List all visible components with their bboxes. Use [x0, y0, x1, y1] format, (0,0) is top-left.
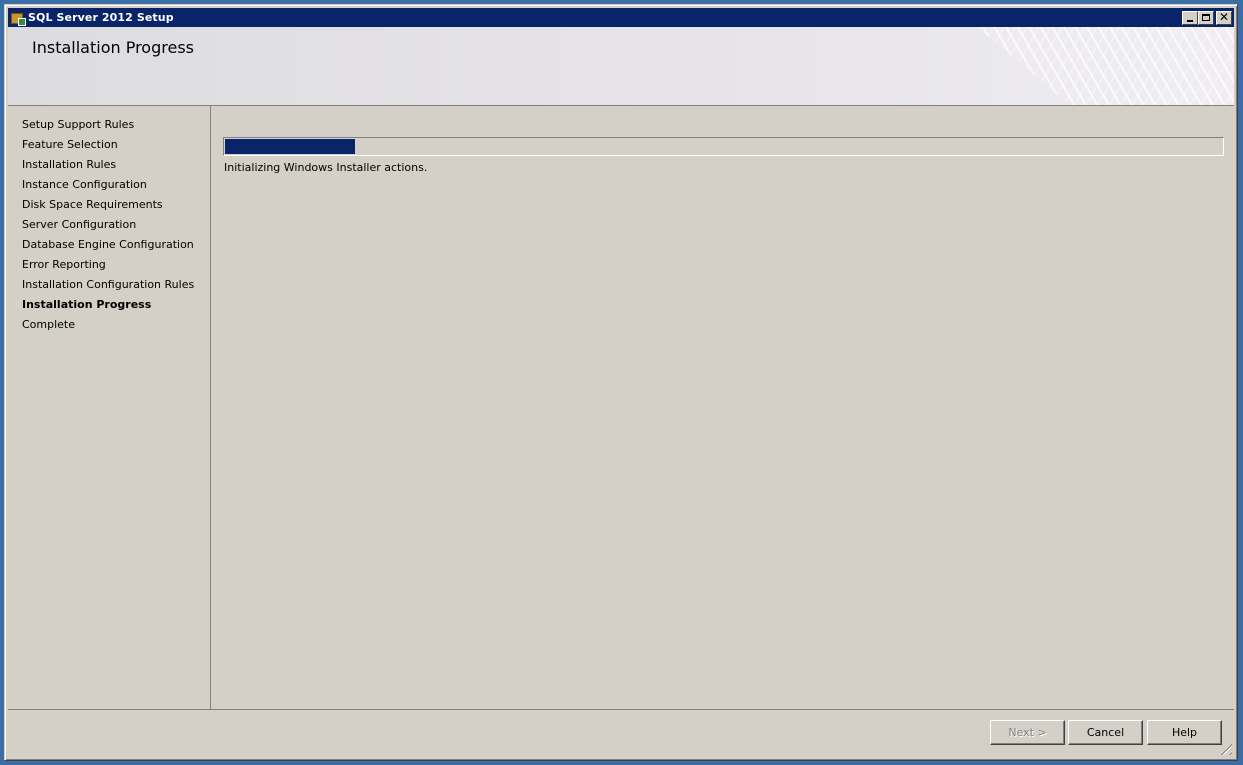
sidebar-item: Server Configuration [22, 218, 137, 231]
close-icon: ✕ [1218, 9, 1230, 24]
window-controls: ✕ [1182, 9, 1232, 25]
minimize-icon [1187, 19, 1193, 22]
help-button[interactable]: Help [1147, 720, 1222, 745]
progress-bar [223, 137, 1224, 156]
sidebar-item: Error Reporting [22, 258, 106, 271]
sidebar-item: Instance Configuration [22, 178, 147, 191]
page-title: Installation Progress [32, 38, 194, 57]
cancel-button[interactable]: Cancel [1068, 720, 1143, 745]
sidebar-item: Database Engine Configuration [22, 238, 194, 251]
banner-graphic [930, 27, 1234, 105]
minimize-button[interactable] [1182, 10, 1198, 25]
steps-list: Setup Support Rules Feature Selection Inst… [22, 118, 194, 338]
header-banner: Installation Progress [8, 27, 1234, 106]
setup-window: SQL Server 2012 Setup ✕ Installation Pro… [4, 4, 1237, 760]
main-content: Initializing Windows Installer actions. [211, 106, 1234, 709]
maximize-icon [1202, 13, 1210, 21]
sidebar-item: Installation Configuration Rules [22, 278, 195, 291]
sidebar-item: Disk Space Requirements [22, 198, 163, 211]
sidebar-item: Installation Rules [22, 158, 117, 171]
status-text: Initializing Windows Installer actions. [224, 161, 428, 174]
next-button[interactable]: Next > [990, 720, 1065, 745]
footer-divider [8, 709, 1234, 710]
sidebar-item: Complete [22, 318, 76, 331]
steps-sidebar: Setup Support Rules Feature Selection Inst… [8, 106, 211, 709]
title-bar[interactable]: SQL Server 2012 Setup ✕ [8, 8, 1234, 27]
close-button[interactable]: ✕ [1216, 9, 1232, 25]
progress-bar-fill [225, 139, 355, 154]
sidebar-item: Installation Progress [22, 298, 152, 311]
window-title: SQL Server 2012 Setup [28, 11, 174, 24]
maximize-button[interactable] [1198, 10, 1214, 25]
setup-package-icon [10, 10, 26, 26]
sidebar-item: Feature Selection [22, 138, 118, 151]
sidebar-item: Setup Support Rules [22, 118, 135, 131]
